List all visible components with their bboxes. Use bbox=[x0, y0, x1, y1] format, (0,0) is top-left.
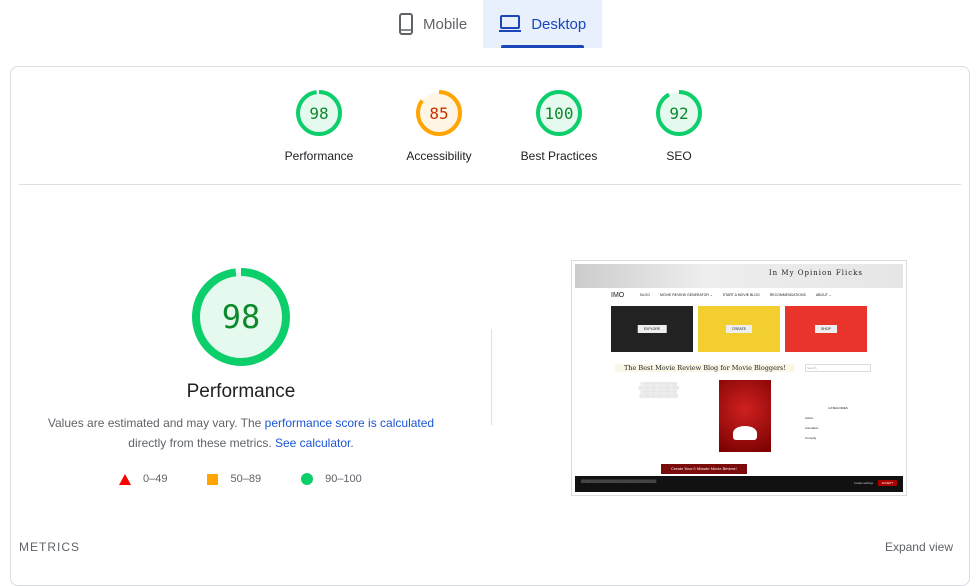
page-screenshot: In My Opinion Flicks IMO BLOG MOVIE REVI… bbox=[571, 260, 907, 496]
laptop-icon bbox=[499, 15, 522, 32]
performance-score-gauge: 98 bbox=[191, 267, 291, 367]
gauge-score: 100 bbox=[544, 103, 574, 123]
nav-item: BLOG bbox=[640, 293, 650, 297]
side-item: Comedy bbox=[805, 436, 817, 440]
cookie-accept: ACCEPT bbox=[877, 480, 897, 486]
triangle-icon bbox=[119, 473, 131, 485]
tile-create: CREATE bbox=[698, 306, 780, 352]
legend-average-range: 50–89 bbox=[230, 473, 262, 485]
gauge-seo[interactable]: 92 SEO bbox=[631, 89, 727, 163]
gauge-label: Performance bbox=[284, 149, 354, 163]
popcorn-image bbox=[719, 380, 771, 452]
tile-label: EXPLORE bbox=[637, 325, 667, 333]
vertical-divider bbox=[491, 329, 492, 425]
see-calculator-link[interactable]: See calculator bbox=[275, 436, 350, 450]
gauge-score: 92 bbox=[669, 103, 689, 123]
gauge-label: Accessibility bbox=[406, 149, 472, 163]
gauge-label: SEO bbox=[666, 149, 692, 163]
site-header-banner: In My Opinion Flicks bbox=[575, 264, 903, 288]
square-icon bbox=[207, 473, 219, 485]
legend-pass-range: 90–100 bbox=[325, 473, 362, 485]
circle-icon bbox=[301, 473, 314, 485]
gauge-best-practices[interactable]: 100 Best Practices bbox=[511, 89, 607, 163]
tab-mobile[interactable]: Mobile bbox=[383, 0, 483, 48]
legend-fail-range: 0–49 bbox=[143, 473, 168, 485]
nav-item: ABOUT ⌄ bbox=[815, 293, 832, 297]
category-gauges: 98 Performance 85 Accessibility 100 Best Prac… bbox=[271, 89, 727, 163]
desc-end: . bbox=[350, 436, 354, 450]
phone-icon bbox=[399, 13, 413, 35]
cookie-settings: Cookie settings bbox=[853, 481, 873, 485]
site-logo: IMO bbox=[611, 291, 625, 299]
site-cta: Create Your 5 Minute Movie Review! bbox=[661, 464, 747, 474]
tile-label: CREATE bbox=[726, 325, 752, 333]
nav-item: MOVIE REVIEW GENERATOR ⌄ bbox=[659, 293, 713, 297]
desc-text-2: directly from these metrics. bbox=[128, 436, 275, 450]
legend-pass: 90–100 bbox=[301, 473, 362, 485]
expand-view-button[interactable]: Expand view bbox=[885, 540, 953, 554]
performance-score-value: 98 bbox=[221, 298, 261, 336]
site-title: In My Opinion Flicks bbox=[768, 269, 863, 277]
site-heading: The Best Movie Review Blog for Movie Blo… bbox=[615, 364, 795, 372]
gauge-ring: 100 bbox=[535, 89, 583, 137]
nav-item: START A MOVIE BLOG bbox=[722, 293, 760, 297]
legend-average: 50–89 bbox=[207, 473, 261, 485]
tile-explore: EXPLORE bbox=[611, 306, 693, 352]
cookie-banner: ▒▒▒▒▒▒▒▒▒▒▒▒▒▒▒▒▒▒▒▒▒▒▒▒▒▒▒▒▒▒▒▒▒▒▒▒▒▒ Co… bbox=[575, 476, 903, 492]
divider bbox=[19, 184, 961, 185]
device-tabs: Mobile Desktop bbox=[383, 0, 603, 48]
tile-label: SHOP bbox=[815, 325, 837, 333]
gauge-performance[interactable]: 98 Performance bbox=[271, 89, 367, 163]
desc-text: Values are estimated and may vary. The bbox=[47, 416, 265, 430]
side-item: Action bbox=[805, 416, 814, 420]
tile-shop: SHOP bbox=[785, 306, 867, 352]
gauge-score: 98 bbox=[309, 103, 329, 123]
nav-item: RECOMMENDATIONS bbox=[769, 293, 806, 297]
score-legend: 0–49 50–89 90–100 bbox=[119, 473, 362, 485]
metrics-heading: METRICS bbox=[19, 540, 80, 554]
tab-desktop[interactable]: Desktop bbox=[483, 0, 603, 48]
gauge-score: 85 bbox=[429, 103, 449, 123]
legend-fail: 0–49 bbox=[119, 473, 167, 485]
intro-text: ░░░░░░░░░░░░░░░░░ ░░░░░░░░░░░░░░░░░░░ ░░░░… bbox=[638, 382, 680, 398]
side-heading: CATEGORIES bbox=[828, 406, 848, 410]
site-nav: IMO BLOG MOVIE REVIEW GENERATOR ⌄ START … bbox=[575, 288, 903, 302]
gauge-ring: 92 bbox=[655, 89, 703, 137]
performance-description: Values are estimated and may vary. The p… bbox=[41, 413, 441, 453]
performance-title: Performance bbox=[186, 381, 296, 402]
side-item: Animation bbox=[805, 426, 819, 430]
report-card: 98 Performance 85 Accessibility 100 Best Prac… bbox=[10, 66, 970, 586]
site-search: Search bbox=[805, 364, 871, 372]
gauge-ring: 98 bbox=[295, 89, 343, 137]
tab-mobile-label: Mobile bbox=[423, 15, 468, 33]
tab-desktop-label: Desktop bbox=[531, 15, 587, 33]
gauge-label: Best Practices bbox=[520, 149, 598, 163]
score-calculated-link[interactable]: performance score is calculated bbox=[265, 416, 434, 430]
gauge-ring: 85 bbox=[415, 89, 463, 137]
gauge-accessibility[interactable]: 85 Accessibility bbox=[391, 89, 487, 163]
site-sidebar: Search CATEGORIES Action Animation Comed… bbox=[805, 364, 871, 440]
